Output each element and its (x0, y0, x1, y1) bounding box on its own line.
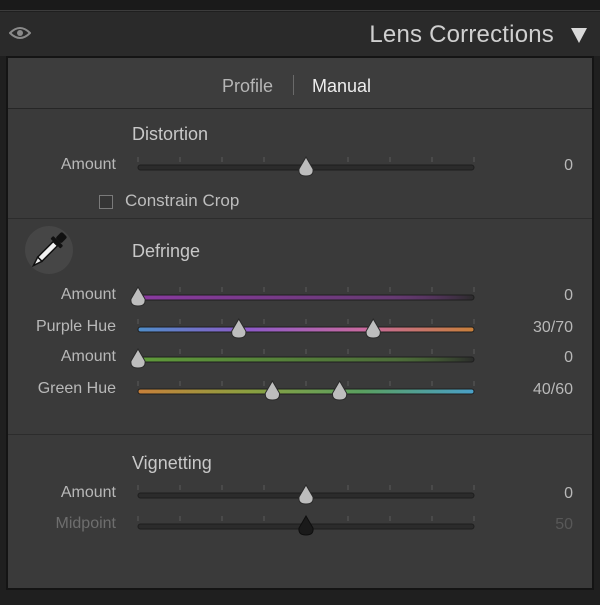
green-amount-label: Amount (60, 348, 116, 365)
vignetting-midpoint-label: Midpoint (55, 515, 116, 532)
tab-profile[interactable]: Profile (222, 76, 273, 97)
eyedropper-icon (31, 232, 67, 268)
defringe-title: Defringe (132, 241, 201, 261)
tab-bar: Profile Manual (8, 58, 592, 109)
distortion-amount-value[interactable]: 0 (493, 157, 573, 175)
slider-track (137, 356, 475, 363)
slider-track (137, 294, 475, 301)
purple-amount-value[interactable]: 0 (493, 287, 573, 305)
slider-thumb (130, 286, 146, 307)
section-divider (8, 434, 592, 435)
tab-manual[interactable]: Manual (312, 76, 371, 97)
slider-thumb (264, 380, 281, 401)
vignetting-title: Vignetting (132, 453, 212, 473)
slider-thumb (298, 156, 314, 177)
vignetting-midpoint-slider (137, 515, 475, 536)
constrain-crop-checkbox[interactable] (99, 195, 113, 209)
purple-amount-label: Amount (60, 286, 116, 303)
panel-header[interactable]: Lens Corrections (0, 12, 600, 56)
vignetting-midpoint-value: 50 (555, 516, 573, 533)
panel-title: Lens Corrections (369, 21, 554, 48)
purple-hue-label: Purple Hue (35, 318, 116, 335)
vignetting-amount-label: Amount (60, 484, 116, 501)
green-hue-label: Green Hue (37, 380, 116, 397)
vignetting-amount-slider[interactable] (130, 482, 482, 510)
purple-hue-value[interactable]: 30/70 (493, 319, 573, 337)
slider-thumb (331, 380, 348, 401)
purple-amount-slider[interactable] (130, 284, 482, 312)
green-hue-slider[interactable] (130, 378, 482, 406)
vignetting-amount-value[interactable]: 0 (493, 485, 573, 503)
constrain-crop-label[interactable]: Constrain Crop (125, 191, 239, 211)
panel-top-strip (0, 0, 600, 11)
slider-thumb (365, 318, 381, 339)
lens-corrections-panel: Profile Manual Distortion Amount 0 Const… (6, 56, 594, 590)
green-amount-slider[interactable] (130, 346, 482, 374)
slider-thumb (298, 515, 314, 536)
green-hue-value[interactable]: 40/60 (493, 381, 573, 399)
distortion-amount-label: Amount (60, 156, 116, 173)
slider-thumb (130, 348, 146, 369)
green-amount-value[interactable]: 0 (493, 349, 573, 367)
slider-track (137, 326, 475, 333)
slider-thumb (298, 484, 314, 505)
distortion-title: Distortion (132, 124, 209, 144)
purple-hue-slider[interactable] (130, 316, 482, 344)
slider-thumb (231, 318, 247, 339)
triangle-down-icon[interactable] (571, 28, 587, 43)
slider-track (137, 388, 475, 395)
eyedropper-button[interactable] (25, 226, 73, 274)
section-divider (8, 218, 592, 219)
distortion-amount-slider[interactable] (130, 154, 482, 182)
tab-separator (293, 75, 294, 95)
eye-icon[interactable] (9, 26, 31, 40)
